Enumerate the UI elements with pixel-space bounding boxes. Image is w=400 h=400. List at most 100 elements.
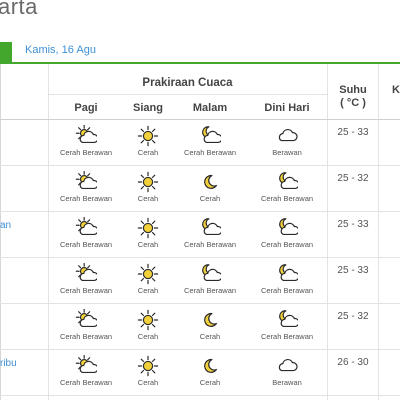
sun-icon: [118, 217, 178, 239]
weather-cell: Cerah Berawan: [180, 263, 240, 295]
partly-cloudy-night-icon: [180, 125, 240, 147]
weather-label: Cerah Berawan: [260, 240, 314, 249]
weather-label: Cerah Berawan: [260, 286, 314, 295]
partly-cloudy-night-icon: [257, 309, 317, 331]
weather-cell: Cerah: [180, 171, 240, 203]
city-link[interactable]: an: [0, 220, 11, 231]
weather-cell: Berawan: [257, 125, 317, 157]
weather-cell: Berawan: [257, 355, 317, 387]
tab-date[interactable]: Kamis, 16 Agu: [25, 44, 96, 56]
partly-cloudy-day-icon: [56, 125, 116, 147]
moon-icon: [180, 355, 240, 377]
weather-label: Cerah Berawan: [183, 148, 237, 157]
weather-label: Cerah Berawan: [183, 240, 237, 249]
weather-cell: Cerah Berawan: [180, 217, 240, 249]
weather-cell: Cerah Berawan: [56, 125, 116, 157]
weather-label: Cerah Berawan: [59, 240, 113, 249]
table-row: Cerah Berawan Cerah Cerah Berawan Berawan 25…: [0, 120, 400, 166]
period-header-pagi: Pagi: [74, 102, 98, 114]
weather-cell: Cerah: [118, 125, 178, 157]
sun-icon: [118, 263, 178, 285]
forecast-group-header: Prakiraan Cuaca: [142, 77, 233, 89]
weather-label: Cerah Berawan: [59, 194, 113, 203]
table-row: Cerah Berawan Cerah Cerah Berawan Cerah Ber…: [0, 258, 400, 304]
partly-cloudy-night-icon: [257, 217, 317, 239]
table-row: Cerah Berawan Cerah Cerah Cerah Berawan 25 -…: [0, 166, 400, 212]
weather-cell: Cerah: [118, 309, 178, 341]
weather-label: Cerah Berawan: [260, 194, 314, 203]
partly-cloudy-night-icon: [180, 217, 240, 239]
weather-cell: Cerah Berawan: [56, 217, 116, 249]
period-header-malam: Malam: [192, 102, 228, 114]
weather-label: Cerah Berawan: [59, 332, 113, 341]
cloud-icon: [257, 125, 317, 147]
weather-label: Cerah Berawan: [59, 148, 113, 157]
weather-label: Cerah Berawan: [59, 286, 113, 295]
sun-icon: [118, 309, 178, 331]
weather-cell: Cerah Berawan: [257, 263, 317, 295]
weather-label: Cerah Berawan: [260, 332, 314, 341]
period-header-dini-hari: Dini Hari: [264, 102, 310, 114]
city-link[interactable]: ribu: [0, 358, 17, 369]
weather-cell: Cerah Berawan: [56, 263, 116, 295]
weather-cell: Cerah Berawan: [257, 171, 317, 203]
weather-label: Cerah Berawan: [183, 286, 237, 295]
weather-cell: Cerah: [118, 355, 178, 387]
weather-label: Cerah: [137, 240, 159, 249]
weather-cell: Cerah: [118, 263, 178, 295]
weather-cell: Cerah: [118, 171, 178, 203]
weather-label: Berawan: [272, 148, 302, 157]
temp-header-unit: ( °C ): [340, 97, 366, 109]
partly-cloudy-night-icon: [257, 171, 317, 193]
moon-icon: [180, 171, 240, 193]
table-row: ribu Cerah Berawan Cerah Cerah Berawan 26 - 3…: [0, 350, 400, 396]
weather-cell: Cerah: [180, 355, 240, 387]
weather-label: Berawan: [272, 378, 302, 387]
weather-cell: Cerah Berawan: [257, 217, 317, 249]
temperature-range: 25 - 32: [337, 173, 369, 184]
weather-label: Cerah: [199, 194, 221, 203]
weather-label: Cerah: [137, 378, 159, 387]
weather-cell: Cerah Berawan: [56, 171, 116, 203]
temperature-range: 25 - 33: [337, 265, 369, 276]
tab-underline: [0, 62, 400, 64]
partly-cloudy-day-icon: [56, 217, 116, 239]
weather-label: Cerah: [137, 194, 159, 203]
tab-active[interactable]: [0, 42, 12, 62]
partly-cloudy-day-icon: [56, 355, 116, 377]
sun-icon: [118, 355, 178, 377]
table-row: Cerah Berawan Cerah Cerah Cerah Berawan 25 -…: [0, 304, 400, 350]
sun-icon: [118, 171, 178, 193]
partly-cloudy-day-icon: [56, 263, 116, 285]
partly-cloudy-night-icon: [180, 263, 240, 285]
temp-header: Suhu: [339, 84, 367, 96]
temperature-range: 26 - 30: [337, 357, 369, 368]
temperature-range: 25 - 33: [337, 219, 369, 230]
weather-cell: Cerah Berawan: [180, 125, 240, 157]
cloud-icon: [257, 355, 317, 377]
extra-column-header: K: [392, 84, 400, 96]
page-title: arta: [0, 0, 38, 19]
row-divider: [0, 395, 400, 396]
weather-label: Cerah: [199, 378, 221, 387]
temperature-range: 25 - 33: [337, 127, 369, 138]
header-divider: [48, 94, 327, 95]
partly-cloudy-day-icon: [56, 309, 116, 331]
weather-label: Cerah Berawan: [59, 378, 113, 387]
weather-label: Cerah: [137, 332, 159, 341]
partly-cloudy-day-icon: [56, 171, 116, 193]
temperature-range: 25 - 32: [337, 311, 369, 322]
table-row: an Cerah Berawan Cerah Cerah Berawan Cerah B…: [0, 212, 400, 258]
weather-label: Cerah: [199, 332, 221, 341]
partly-cloudy-night-icon: [257, 263, 317, 285]
weather-label: Cerah: [137, 286, 159, 295]
weather-cell: Cerah Berawan: [257, 309, 317, 341]
moon-icon: [180, 309, 240, 331]
weather-cell: Cerah: [180, 309, 240, 341]
period-header-siang: Siang: [133, 102, 163, 114]
weather-cell: Cerah Berawan: [56, 309, 116, 341]
weather-label: Cerah: [137, 148, 159, 157]
weather-cell: Cerah Berawan: [56, 355, 116, 387]
weather-cell: Cerah: [118, 217, 178, 249]
sun-icon: [118, 125, 178, 147]
